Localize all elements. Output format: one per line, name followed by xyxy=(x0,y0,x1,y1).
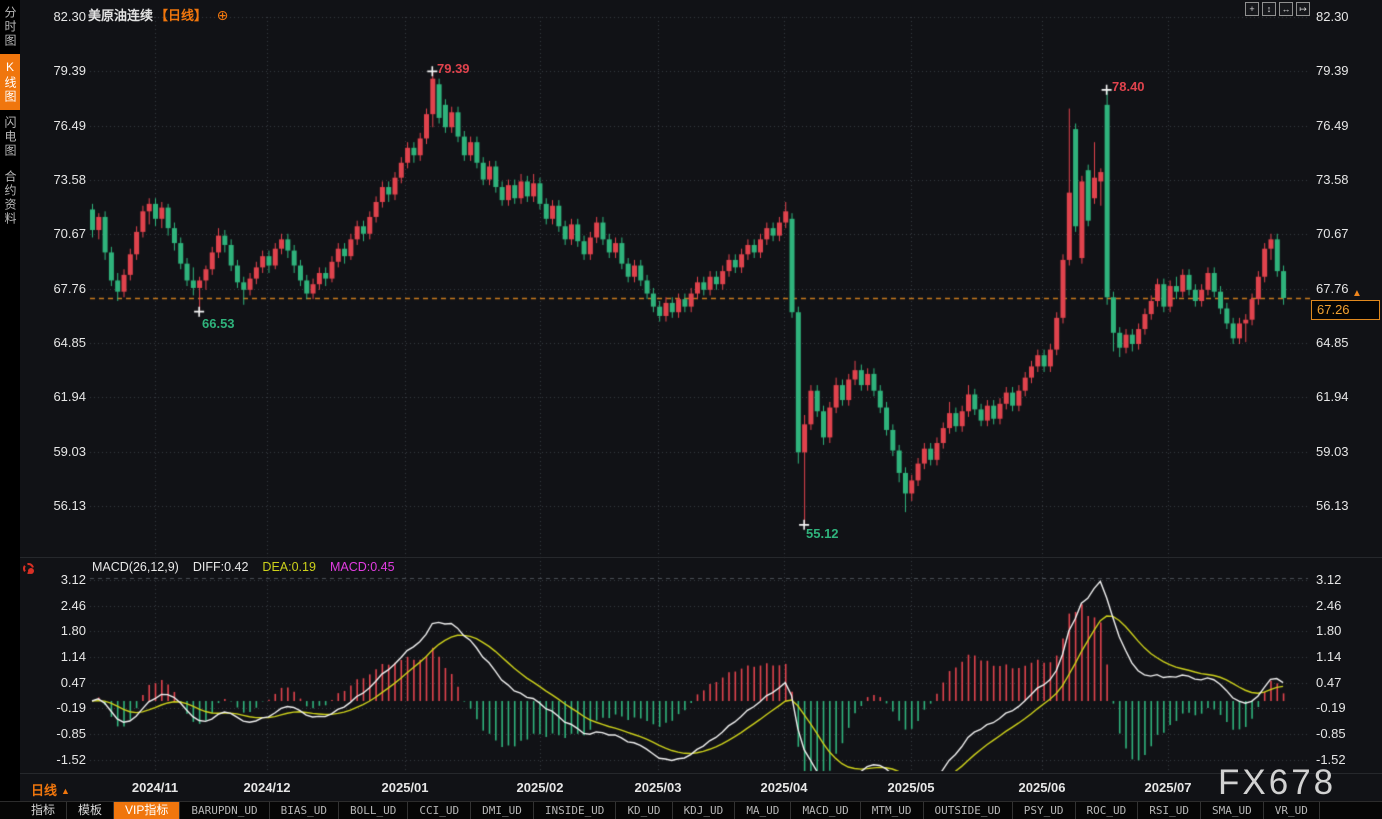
price-axis-label: 79.39 xyxy=(1316,63,1380,78)
toolbar-item-dmi_ud[interactable]: DMI_UD xyxy=(471,802,534,819)
x-axis-label: 2024/12 xyxy=(244,780,291,795)
chart-title: 美原油连续【日线】 ⊕ xyxy=(88,5,228,24)
toolbar-item-vr_ud[interactable]: VR_UD xyxy=(1264,802,1320,819)
price-axis-label: 82.30 xyxy=(1316,9,1380,24)
price-axis-label: 76.49 xyxy=(1316,118,1380,133)
toolbar-item-outside_ud[interactable]: OUTSIDE_UD xyxy=(924,802,1013,819)
macd-axis-label: 2.46 xyxy=(1316,598,1380,613)
macd-axis-label: 3.12 xyxy=(1316,572,1380,587)
price-axis-label: 73.58 xyxy=(1316,172,1380,187)
toolbar-item-bias_ud[interactable]: BIAS_UD xyxy=(270,802,339,819)
toolbar-item-roc_ud[interactable]: ROC_UD xyxy=(1076,802,1139,819)
x-axis-label: 2025/03 xyxy=(635,780,682,795)
macd-axis-label: 1.80 xyxy=(1316,623,1380,638)
toolbar-item-barupdn_ud[interactable]: BARUPDN_UD xyxy=(180,802,269,819)
toolbar-item-kd_ud[interactable]: KD_UD xyxy=(616,802,672,819)
app-window: 分时图K线图闪电图合约资料 美原油连续【日线】 ⊕ +↕↔↦ 82.3082.3… xyxy=(0,0,1382,819)
toolbar-item-macd_ud[interactable]: MACD_UD xyxy=(791,802,860,819)
x-axis-label: 2025/05 xyxy=(888,780,935,795)
price-up-arrow-icon: ▲ xyxy=(1352,288,1362,299)
x-axis-label: 2024/11 xyxy=(132,780,178,795)
price-axis-label: 67.76 xyxy=(1316,281,1380,296)
symbol-name: 美原油连续 xyxy=(88,8,153,23)
scale-vertical-icon[interactable]: ↕ xyxy=(1262,2,1276,16)
sidebar-item-1[interactable]: 分时图 xyxy=(0,0,20,54)
macd-axis-label: 0.47 xyxy=(1316,675,1380,690)
alert-dot-icon[interactable] xyxy=(23,563,34,574)
sidebar-item-2[interactable]: K线图 xyxy=(0,54,20,110)
toolbar-item-ma_ud[interactable]: MA_UD xyxy=(735,802,791,819)
price-axis-label: 56.13 xyxy=(1316,498,1380,513)
price-annotation: 79.39 xyxy=(437,61,470,76)
toolbar-item-kdj_ud[interactable]: KDJ_UD xyxy=(673,802,736,819)
macd-diff-value: DIFF:0.42 xyxy=(193,560,249,574)
toolbar-item-boll_ud[interactable]: BOLL_UD xyxy=(339,802,408,819)
x-axis-label: 2025/06 xyxy=(1019,780,1066,795)
toolbar-item-cci_ud[interactable]: CCI_UD xyxy=(408,802,471,819)
macd-title: MACD(26,12,9) xyxy=(92,560,179,574)
toolbar-item-指标[interactable]: 指标 xyxy=(20,802,67,819)
price-annotation: 55.12 xyxy=(806,526,839,541)
period-tag: 【日线】 xyxy=(155,8,207,23)
macd-axis-label: -0.19 xyxy=(1316,700,1380,715)
price-axis-label: 70.67 xyxy=(1316,226,1380,241)
add-indicator-icon[interactable]: ⊕ xyxy=(217,7,229,23)
move-icon[interactable]: + xyxy=(1245,2,1259,16)
price-axis-label: 59.03 xyxy=(1316,444,1380,459)
period-label: 日线 xyxy=(31,783,57,798)
toolbar-item-mtm_ud[interactable]: MTM_UD xyxy=(861,802,924,819)
macd-dea-value: DEA:0.19 xyxy=(262,560,316,574)
x-axis-label: 2025/07 xyxy=(1145,780,1192,795)
period-selector[interactable]: 日线 ▲ xyxy=(31,780,70,799)
price-annotation: 66.53 xyxy=(202,316,235,331)
chart-canvas[interactable] xyxy=(0,0,1382,819)
toolbar-item-psy_ud[interactable]: PSY_UD xyxy=(1013,802,1076,819)
price-annotation: 78.40 xyxy=(1112,79,1145,94)
price-axis-label: 61.94 xyxy=(1316,389,1380,404)
x-axis-label: 2025/04 xyxy=(761,780,808,795)
chevron-up-icon: ▲ xyxy=(61,786,70,796)
shift-right-icon[interactable]: ↦ xyxy=(1296,2,1310,16)
x-axis-label: 2025/01 xyxy=(382,780,429,795)
macd-header: MACD(26,12,9) DIFF:0.42 DEA:0.19 MACD:0.45 xyxy=(92,560,409,574)
toolbar-item-模板[interactable]: 模板 xyxy=(67,802,114,819)
macd-axis-label: 1.14 xyxy=(1316,649,1380,664)
scale-horizontal-icon[interactable]: ↔ xyxy=(1279,2,1293,16)
panel-divider xyxy=(20,557,1382,558)
toolbar-item-rsi_ud[interactable]: RSI_UD xyxy=(1138,802,1201,819)
toolbar-item-inside_ud[interactable]: INSIDE_UD xyxy=(534,802,617,819)
macd-macd-value: MACD:0.45 xyxy=(330,560,395,574)
sidebar-item-3[interactable]: 闪电图 xyxy=(0,110,20,164)
toolbar-item-sma_ud[interactable]: SMA_UD xyxy=(1201,802,1264,819)
toolbar-item-vip指标[interactable]: VIP指标 xyxy=(114,802,180,819)
x-axis: 2024/11 2024/12 2025/01 2025/02 2025/03 2025/… xyxy=(0,776,1382,800)
price-axis-label: 64.85 xyxy=(1316,335,1380,350)
macd-axis-label: -0.85 xyxy=(1316,726,1380,741)
current-price-value: 67.26 xyxy=(1317,302,1350,317)
indicator-toolbar: 指标模板VIP指标BARUPDN_UDBIAS_UDBOLL_UDCCI_UDD… xyxy=(0,801,1382,819)
sidebar-item-4[interactable]: 合约资料 xyxy=(0,164,20,232)
left-sidebar: 分时图K线图闪电图合约资料 xyxy=(0,0,20,819)
current-price-tag: 67.26 xyxy=(1311,300,1380,320)
chart-toolbar-icons: +↕↔↦ xyxy=(1245,2,1310,16)
x-axis-label: 2025/02 xyxy=(517,780,564,795)
axis-divider xyxy=(20,773,1382,774)
